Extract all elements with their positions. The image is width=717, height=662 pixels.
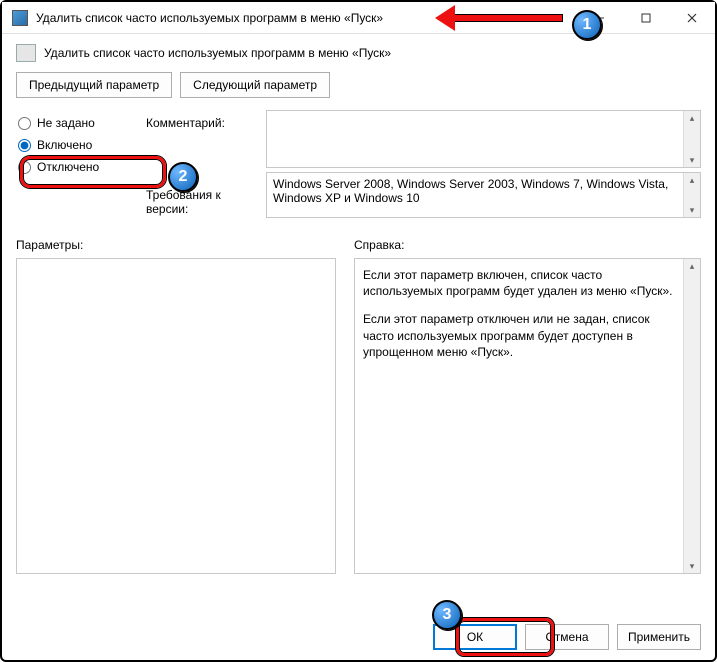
radio-enabled[interactable]: Включено	[16, 134, 146, 156]
annotation-badge-1: 1	[572, 10, 602, 40]
maximize-button[interactable]	[623, 2, 669, 34]
scrollbar[interactable]: ▴▾	[683, 259, 700, 573]
requirements-box: Windows Server 2008, Windows Server 2003…	[266, 172, 701, 218]
annotation-arrow	[442, 15, 562, 21]
cancel-button[interactable]: Отмена	[525, 624, 609, 650]
radio-label: Включено	[37, 138, 92, 152]
requirements-text: Windows Server 2008, Windows Server 2003…	[273, 177, 668, 205]
scrollbar[interactable]: ▴▾	[683, 173, 700, 217]
apply-button[interactable]: Применить	[617, 624, 701, 650]
policy-title: Удалить список часто используемых програ…	[44, 46, 391, 60]
prev-setting-button[interactable]: Предыдущий параметр	[16, 72, 172, 98]
policy-icon	[16, 44, 36, 62]
comment-label: Комментарий:	[146, 112, 266, 136]
app-icon	[12, 10, 28, 26]
comment-textarea[interactable]: ▴▾	[266, 110, 701, 168]
params-label: Параметры:	[16, 238, 336, 252]
radio-label: Не задано	[37, 116, 95, 130]
help-paragraph: Если этот параметр включен, список часто…	[363, 267, 678, 299]
scrollbar[interactable]: ▴▾	[683, 111, 700, 167]
radio-label: Отключено	[37, 160, 99, 174]
policy-header: Удалить список часто используемых програ…	[2, 34, 715, 68]
params-box	[16, 258, 336, 574]
help-paragraph: Если этот параметр отключен или не задан…	[363, 311, 678, 360]
radio-not-configured[interactable]: Не задано	[16, 112, 146, 134]
close-button[interactable]	[669, 2, 715, 34]
window-title: Удалить список часто используемых програ…	[36, 11, 383, 25]
annotation-badge-3: 3	[432, 600, 462, 630]
help-label: Справка:	[354, 238, 701, 252]
requirements-label: Требования к версии:	[146, 184, 266, 222]
next-setting-button[interactable]: Следующий параметр	[180, 72, 330, 98]
annotation-badge-2: 2	[168, 162, 198, 192]
help-box: Если этот параметр включен, список часто…	[354, 258, 701, 574]
radio-disabled[interactable]: Отключено	[16, 156, 146, 178]
titlebar: Удалить список часто используемых програ…	[2, 2, 715, 34]
